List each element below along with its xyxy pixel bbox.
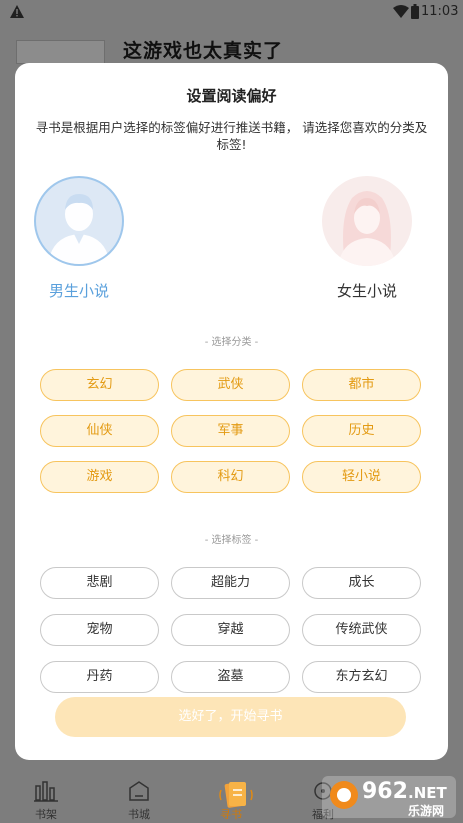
male-avatar-icon: [48, 194, 110, 264]
tag-chip[interactable]: 悲剧: [40, 567, 159, 599]
category-chip[interactable]: 历史: [302, 415, 421, 447]
battery-icon: [411, 4, 419, 19]
bookshelf-icon: [34, 781, 58, 802]
nav-item-find-book[interactable]: 寻书: [201, 775, 261, 823]
gender-option-male[interactable]: 男生小说: [19, 176, 139, 301]
tag-chip[interactable]: 丹药: [40, 661, 159, 693]
nav-item-bookstore[interactable]: 书城: [109, 775, 169, 823]
tag-chip[interactable]: 东方玄幻: [302, 661, 421, 693]
gender-option-female[interactable]: 女生小说: [307, 176, 427, 301]
tag-chip[interactable]: 成长: [302, 567, 421, 599]
category-chip[interactable]: 武侠: [171, 369, 290, 401]
tag-chip[interactable]: 超能力: [171, 567, 290, 599]
tag-chip[interactable]: 盗墓: [171, 661, 290, 693]
category-chip[interactable]: 轻小说: [302, 461, 421, 493]
female-avatar-icon: [338, 191, 396, 266]
nav-label-bookshelf: 书架: [35, 808, 57, 821]
male-avatar: [34, 176, 124, 266]
female-avatar: [322, 176, 412, 266]
tag-chip[interactable]: 宠物: [40, 614, 159, 646]
site-watermark-logo: 962 .NET 乐游网: [322, 776, 456, 818]
svg-text:962: 962: [362, 779, 408, 804]
bookstore-icon: [129, 781, 149, 801]
category-chip[interactable]: 游戏: [40, 461, 159, 493]
female-novel-label: 女生小说: [336, 282, 397, 300]
nav-label-find-book: 寻书: [220, 808, 242, 821]
reading-preference-dialog: 设置阅读偏好 寻书是根据用户选择的标签偏好进行推送书籍， 请选择您喜欢的分类及标…: [15, 63, 448, 760]
category-chip[interactable]: 科幻: [171, 461, 290, 493]
category-chip[interactable]: 都市: [302, 369, 421, 401]
category-section-label: - 选择分类 -: [204, 337, 259, 348]
svg-text:.NET: .NET: [408, 784, 447, 802]
tag-section-label: - 选择标签 -: [204, 535, 259, 546]
nav-label-bookstore: 书城: [128, 808, 150, 821]
start-finding-books-button[interactable]: 选好了，开始寻书: [55, 697, 406, 737]
background-article-title: 这游戏也太真实了: [123, 40, 284, 62]
status-bar: 11:03: [0, 0, 463, 24]
background-book-thumbnail: [16, 40, 105, 64]
category-chip[interactable]: 玄幻: [40, 369, 159, 401]
category-chip[interactable]: 军事: [171, 415, 290, 447]
svg-text:乐游网: 乐游网: [408, 803, 444, 818]
male-novel-label: 男生小说: [48, 282, 109, 300]
tag-chip[interactable]: 穿越: [171, 614, 290, 646]
status-time: 11:03: [421, 4, 459, 19]
wifi-icon: [393, 5, 409, 18]
warning-icon: [10, 5, 24, 18]
category-chip[interactable]: 仙侠: [40, 415, 159, 447]
dialog-title: 设置阅读偏好: [186, 87, 277, 105]
tag-chip[interactable]: 传统武侠: [302, 614, 421, 646]
dialog-description: 寻书是根据用户选择的标签偏好进行推送书籍， 请选择您喜欢的分类及标签!: [35, 120, 428, 152]
nav-item-bookshelf[interactable]: 书架: [16, 775, 76, 823]
